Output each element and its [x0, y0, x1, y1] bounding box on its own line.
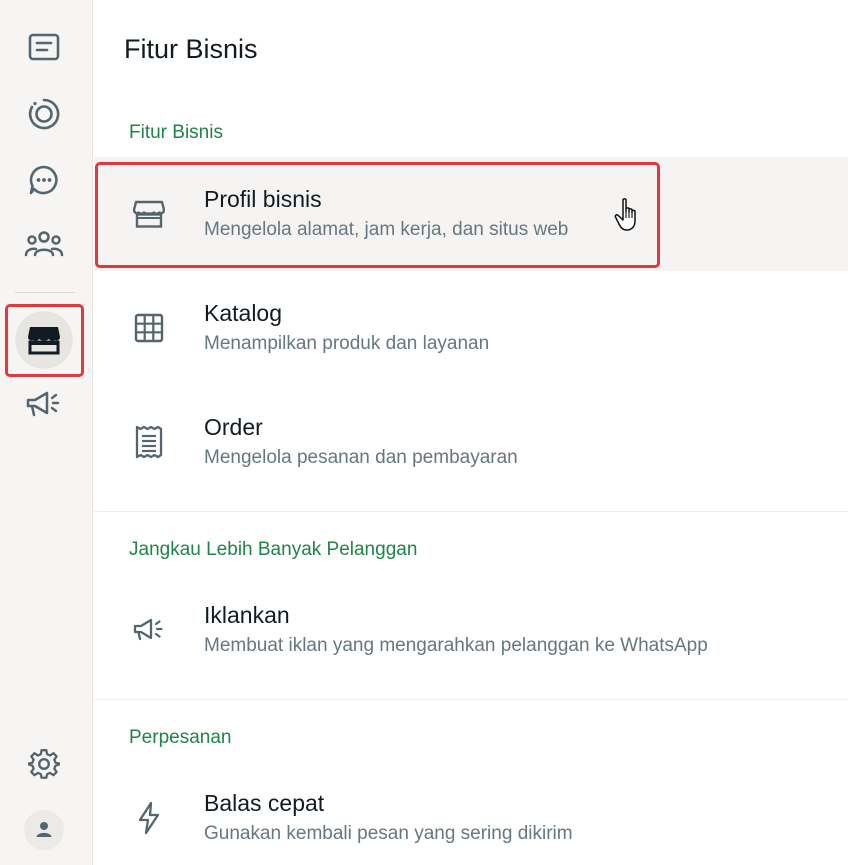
- list-item-title: Katalog: [204, 300, 283, 326]
- business-tools-panel: Fitur Bisnis Fitur Bisnis Profil bisnis …: [94, 0, 848, 865]
- list-item-subtitle: Gunakan kembali pesan yang sering dikiri…: [204, 823, 573, 844]
- sidebar-divider: [15, 292, 75, 293]
- list-item-quick-replies[interactable]: Balas cepat Gunakan kembali pesan yang s…: [94, 761, 848, 865]
- sidebar-item-channels[interactable]: [15, 151, 73, 209]
- section-divider: [94, 699, 848, 700]
- sidebar-item-status[interactable]: [15, 85, 73, 143]
- grid-icon: [130, 309, 168, 347]
- list-item-order[interactable]: Order Mengelola pesanan dan pembayaran: [94, 385, 848, 499]
- chat-list-icon: [28, 33, 60, 61]
- megaphone-icon: [130, 611, 168, 649]
- avatar-icon: [24, 810, 64, 850]
- channels-icon: [29, 165, 58, 195]
- sidebar-item-profile[interactable]: [15, 801, 73, 859]
- section-divider: [94, 511, 848, 512]
- list-item-title: Order: [204, 414, 263, 440]
- sidebar-rail: [0, 0, 93, 865]
- lightning-icon: [130, 799, 168, 837]
- list-item-title: Iklankan: [204, 602, 290, 628]
- status-icon: [28, 98, 60, 130]
- highlight-box-business-tools: [5, 304, 84, 377]
- list-item-subtitle: Menampilkan produk dan layanan: [204, 333, 490, 354]
- receipt-icon: [130, 423, 168, 461]
- communities-icon: [24, 231, 64, 257]
- page-title: Fitur Bisnis: [124, 34, 258, 64]
- section-header-reach-customers: Jangkau Lebih Banyak Pelanggan: [129, 539, 418, 560]
- gear-icon: [28, 749, 60, 779]
- sidebar-item-chats[interactable]: [15, 19, 73, 77]
- list-item-title: Balas cepat: [204, 790, 325, 816]
- hand-cursor-icon: [614, 197, 642, 238]
- section-header-business-features: Fitur Bisnis: [129, 122, 223, 143]
- list-item-advertise[interactable]: Iklankan Membuat iklan yang mengarahkan …: [94, 573, 848, 687]
- sidebar-item-communities[interactable]: [15, 215, 73, 273]
- section-header-messaging: Perpesanan: [129, 727, 232, 748]
- megaphone-icon: [26, 391, 60, 417]
- list-item-subtitle: Membuat iklan yang mengarahkan pelanggan…: [204, 635, 708, 656]
- highlight-box-business-profile: [95, 162, 660, 268]
- sidebar-item-ads[interactable]: [15, 375, 73, 433]
- list-item-subtitle: Mengelola pesanan dan pembayaran: [204, 447, 518, 468]
- list-item-catalog[interactable]: Katalog Menampilkan produk dan layanan: [94, 271, 848, 385]
- sidebar-item-settings[interactable]: [15, 735, 73, 793]
